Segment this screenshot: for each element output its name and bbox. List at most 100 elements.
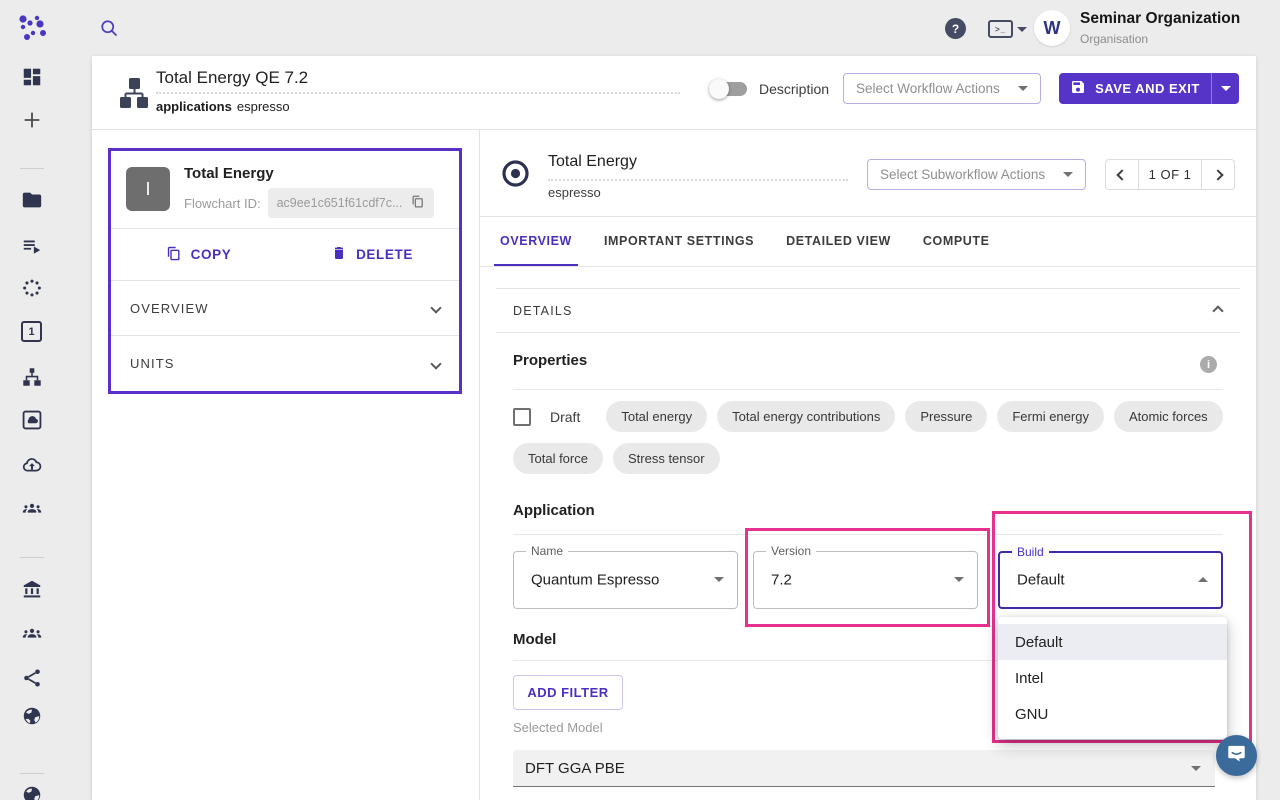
add-filter-button[interactable]: ADD FILTER: [513, 675, 623, 710]
sidebar-divider: [20, 168, 44, 169]
subworkflow-actions-select[interactable]: Select Subworkflow Actions: [867, 159, 1086, 190]
apps-grid-icon[interactable]: [21, 66, 43, 88]
application-version-select[interactable]: Version 7.2: [753, 551, 978, 609]
dotted-separator: [548, 179, 848, 181]
main-content: Total Energy QE 7.2 applicationsespresso…: [92, 56, 1256, 800]
chevron-down-icon: [1221, 86, 1231, 91]
chevron-down-icon: [954, 577, 964, 582]
save-menu-button[interactable]: [1212, 73, 1239, 104]
tab-compute[interactable]: COMPUTE: [907, 216, 1006, 266]
team-icon[interactable]: [21, 498, 43, 520]
flowchart-icon: [116, 75, 152, 116]
copy-icon: [165, 245, 182, 265]
name-field-label: Name: [526, 544, 568, 558]
build-options-menu: Default Intel GNU: [998, 617, 1227, 739]
application-name-select[interactable]: Name Quantum Espresso: [513, 551, 738, 609]
subworkflow-actions-label: Select Subworkflow Actions: [880, 167, 1045, 182]
app-logo-icon[interactable]: [16, 11, 50, 50]
accordion-overview[interactable]: OVERVIEW: [111, 281, 459, 336]
tab-important-settings[interactable]: IMPORTANT SETTINGS: [588, 216, 770, 266]
chevron-down-icon: [430, 358, 441, 369]
sidebar-divider: [20, 557, 44, 558]
community-icon[interactable]: [21, 623, 43, 645]
cloud-upload-icon[interactable]: [21, 455, 43, 477]
version-field-label: Version: [766, 544, 816, 558]
workflow-actions-select[interactable]: Select Workflow Actions: [843, 73, 1041, 104]
property-chip: Pressure: [905, 401, 987, 432]
save-and-exit-button[interactable]: SAVE AND EXIT: [1059, 73, 1211, 104]
properties-row-1: Draft Total energy Total energy contribu…: [513, 401, 1223, 432]
subworkflow-subtitle: espresso: [548, 185, 601, 200]
jobs-list-icon[interactable]: [21, 235, 43, 257]
application-build-select[interactable]: Build Default: [998, 551, 1223, 609]
flowchart-id-label: Flowchart ID:: [184, 196, 261, 211]
copy-id-icon[interactable]: [410, 194, 425, 212]
details-section-header[interactable]: DETAILS: [496, 288, 1240, 333]
model-title: Model: [513, 631, 556, 648]
flowchart-id-chip[interactable]: ac9ee1c651f61cdf7c...: [268, 188, 435, 218]
build-option-intel[interactable]: Intel: [998, 660, 1227, 696]
build-option-default[interactable]: Default: [998, 624, 1227, 660]
share-icon[interactable]: [21, 667, 43, 689]
workflow-header: Total Energy QE 7.2 applicationsespresso…: [92, 56, 1256, 130]
search-icon[interactable]: [99, 18, 120, 44]
institution-icon[interactable]: [21, 578, 43, 600]
toggle-knob: [709, 79, 729, 99]
draft-checkbox[interactable]: [513, 408, 531, 426]
pager-next-button[interactable]: [1202, 160, 1234, 189]
subworkflow-title: Total Energy: [548, 153, 637, 171]
divider: [513, 389, 1223, 390]
chat-bubble-button[interactable]: [1216, 735, 1257, 776]
properties-title: Properties: [513, 352, 587, 369]
sidebar-divider: [20, 773, 44, 774]
subworkflow-tabs: OVERVIEW IMPORTANT SETTINGS DETAILED VIE…: [480, 216, 1256, 267]
workflow-title: Total Energy QE 7.2: [156, 68, 308, 88]
save-and-exit-button-group: SAVE AND EXIT: [1059, 73, 1239, 104]
help-icon[interactable]: ?: [945, 18, 966, 39]
description-toggle[interactable]: [712, 82, 747, 96]
build-field-value: Default: [1017, 572, 1065, 589]
accordion-units[interactable]: UNITS: [111, 336, 459, 391]
materials-dots-icon[interactable]: [21, 277, 43, 299]
property-chip: Atomic forces: [1114, 401, 1223, 432]
tab-overview[interactable]: OVERVIEW: [484, 216, 588, 266]
bank-card-icon[interactable]: 1: [21, 321, 42, 342]
avatar[interactable]: W: [1034, 10, 1070, 46]
build-option-gnu[interactable]: GNU: [998, 696, 1227, 732]
pager-prev-button[interactable]: [1106, 160, 1138, 189]
property-chip: Total energy contributions: [717, 401, 895, 432]
chevron-right-icon: [1212, 169, 1223, 180]
property-chip: Total energy: [606, 401, 707, 432]
name-field-value: Quantum Espresso: [531, 572, 659, 589]
overview-accordion-label: OVERVIEW: [130, 301, 209, 316]
info-icon[interactable]: i: [1200, 356, 1217, 373]
save-icon: [1070, 79, 1086, 98]
dropbox-icon[interactable]: [21, 409, 43, 431]
unit-card-header: I Total Energy Flowchart ID: ac9ee1c651f…: [111, 151, 459, 229]
property-chip: Stress tensor: [613, 443, 720, 474]
chevron-down-icon: [1063, 172, 1073, 177]
workflows-icon[interactable]: [21, 366, 43, 388]
selected-model-value: DFT GGA PBE: [525, 760, 625, 777]
terminal-icon[interactable]: >_: [988, 20, 1013, 38]
folder-icon[interactable]: [21, 189, 43, 211]
terminal-caret-icon[interactable]: [1017, 27, 1027, 32]
org-subtitle: Organisation: [1080, 32, 1148, 46]
selected-model-select[interactable]: DFT GGA PBE: [513, 750, 1215, 787]
copy-button[interactable]: COPY: [111, 229, 285, 280]
target-icon: [500, 158, 531, 194]
add-icon[interactable]: [21, 109, 43, 131]
subworkflow-panel: Total Energy espresso Select Subworkflow…: [480, 130, 1256, 800]
chevron-left-icon: [1116, 169, 1127, 180]
delete-button[interactable]: DELETE: [285, 229, 459, 280]
draft-label: Draft: [550, 409, 580, 425]
chat-icon: [1225, 742, 1248, 770]
globe-icon[interactable]: [21, 705, 43, 727]
description-label: Description: [759, 81, 829, 97]
workflow-units-panel: I Total Energy Flowchart ID: ac9ee1c651f…: [92, 130, 480, 800]
tab-detailed-view[interactable]: DETAILED VIEW: [770, 216, 907, 266]
property-chip: Fermi energy: [997, 401, 1104, 432]
chevron-down-icon: [430, 302, 441, 313]
globe-partial-icon[interactable]: [21, 784, 43, 800]
workflow-app-value: espresso: [237, 99, 290, 114]
